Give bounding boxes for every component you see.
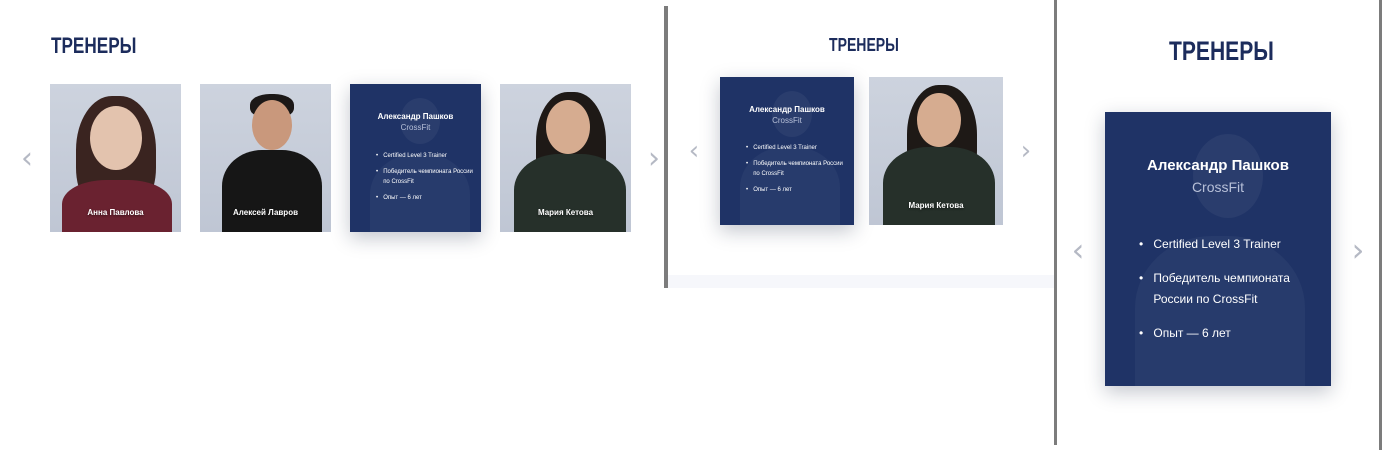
prev-arrow[interactable]: ‹	[16, 141, 38, 176]
chevron-left-icon: ‹	[688, 136, 700, 166]
chevron-left-icon: ‹	[1071, 231, 1085, 269]
trainer-name: Александр Пашков	[749, 105, 825, 114]
achievement-item: Certified Level 3 Trainer	[746, 143, 846, 153]
achievement-list: Certified Level 3 Trainer Победитель чем…	[746, 143, 846, 195]
trainer-name: Александр Пашков	[377, 112, 454, 121]
chevron-left-icon: ‹	[21, 140, 33, 176]
trainer-card-maria[interactable]: Мария Кетова	[869, 77, 1003, 225]
achievement-item: Опыт — 6 лет	[376, 193, 474, 203]
chevron-right-icon: ›	[1020, 136, 1032, 166]
trainer-card-aleksandr[interactable]: Александр Пашков CrossFit Certified Leve…	[1105, 112, 1331, 386]
achievement-item: Победитель чемпионата России по CrossFit	[746, 159, 846, 179]
trainer-card-anna[interactable]: Анна Павлова	[50, 84, 181, 232]
section-title: ТРЕНЕРЫ	[829, 35, 899, 55]
achievement-list: Certified Level 3 Trainer Победитель чем…	[1139, 234, 1309, 344]
section-title: ТРЕНЕРЫ	[51, 33, 137, 58]
trainer-name: Александр Пашков	[1147, 157, 1289, 174]
tablet-view: ТРЕНЕРЫ ‹ Александр Пашков CrossFit Cert…	[668, 0, 1054, 288]
chevron-right-icon: ›	[648, 140, 660, 176]
trainer-card-aleksandr[interactable]: Александр Пашков CrossFit Certified Leve…	[350, 84, 481, 232]
trainer-card-maria[interactable]: Мария Кетова	[500, 84, 631, 232]
achievement-item: Победитель чемпионата России по CrossFit	[1139, 268, 1309, 310]
achievement-item: Certified Level 3 Trainer	[1139, 234, 1309, 255]
achievement-list: Certified Level 3 Trainer Победитель чем…	[376, 151, 474, 203]
achievement-item: Опыт — 6 лет	[1139, 323, 1309, 344]
achievement-item: Опыт — 6 лет	[746, 185, 846, 195]
trainer-discipline: CrossFit	[772, 116, 802, 125]
achievement-item: Certified Level 3 Trainer	[376, 151, 474, 161]
trainer-name: Алексей Лавров	[232, 208, 298, 217]
next-arrow[interactable]: ›	[643, 141, 665, 176]
trainer-name: Мария Кетова	[908, 201, 964, 210]
trainer-discipline: CrossFit	[1191, 179, 1245, 195]
section-footer	[668, 275, 1054, 288]
desktop-view: ТРЕНЕРЫ ‹ Анна Павлова Алексей Лавров Ал…	[0, 0, 664, 450]
trainer-discipline: CrossFit	[400, 123, 431, 132]
trainer-name: Анна Павлова	[87, 208, 144, 217]
achievement-item: Победитель чемпионата России по CrossFit	[376, 167, 474, 187]
trainer-card-aleksey[interactable]: Алексей Лавров	[200, 84, 331, 232]
trainer-name: Мария Кетова	[537, 208, 594, 217]
mobile-view: ТРЕНЕРЫ ‹ Александр Пашков CrossFit Cert…	[1057, 0, 1379, 450]
divider	[1379, 0, 1382, 450]
section-title: ТРЕНЕРЫ	[1169, 36, 1274, 66]
prev-arrow[interactable]: ‹	[684, 136, 704, 166]
next-arrow[interactable]: ›	[1347, 231, 1369, 269]
chevron-right-icon: ›	[1351, 231, 1365, 269]
prev-arrow[interactable]: ‹	[1067, 231, 1089, 269]
trainer-card-aleksandr[interactable]: Александр Пашков CrossFit Certified Leve…	[720, 77, 854, 225]
next-arrow[interactable]: ›	[1016, 136, 1036, 166]
